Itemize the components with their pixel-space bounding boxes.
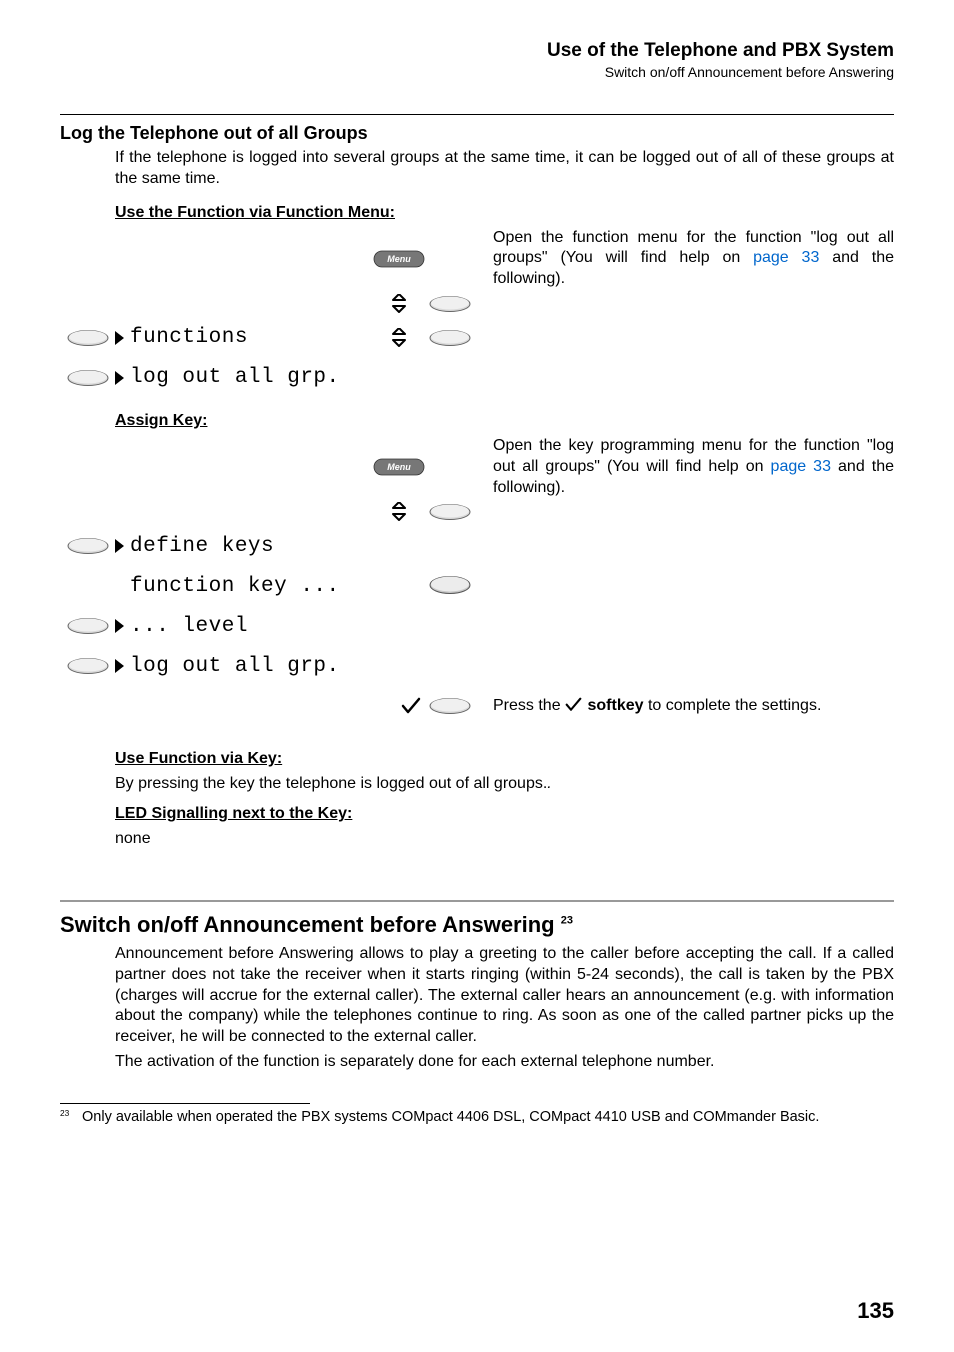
paragraph: Announcement before Answering allows to … (115, 944, 894, 1048)
step-row: functions (60, 318, 894, 358)
page-number: 135 (857, 1298, 894, 1324)
page-link[interactable]: page 33 (753, 249, 819, 266)
softkey-icon (428, 295, 472, 313)
subheading-function-menu: Use the Function via Function Menu: (115, 204, 894, 222)
step-text: Open the key programming menu for the fu… (483, 436, 894, 498)
step-text: Press the softkey to complete the settin… (483, 696, 894, 717)
step-row: define keys (60, 526, 894, 566)
footnote: 23 Only available when operated the PBX … (60, 1108, 894, 1127)
updown-arrows-icon (385, 502, 413, 522)
lcd-text: functions (130, 326, 248, 349)
step-row: log out all grp. (60, 646, 894, 686)
section-heading: Switch on/off Announcement before Answer… (60, 912, 894, 938)
softkey-icon (428, 503, 472, 521)
softkey-icon (66, 329, 110, 347)
checkmark-icon (565, 697, 583, 711)
updown-arrows-icon (385, 328, 413, 348)
footnote-text: Only available when operated the PBX sys… (82, 1108, 894, 1127)
lcd-text: log out all grp. (130, 366, 340, 389)
softkey-icon (428, 329, 472, 347)
step-row (60, 498, 894, 526)
softkey-icon (66, 617, 110, 635)
triangle-right-icon (115, 659, 124, 673)
step-row: Press the softkey to complete the settin… (60, 686, 894, 726)
page-link[interactable]: page 33 (771, 458, 831, 475)
step-row: ... level (60, 606, 894, 646)
step-row: Open the function menu for the function … (60, 228, 894, 290)
footnote-ref: 23 (561, 915, 573, 927)
softkey-icon (66, 657, 110, 675)
triangle-right-icon (115, 539, 124, 553)
header-title: Use of the Telephone and PBX System (60, 40, 894, 62)
softkey-icon (428, 697, 472, 715)
paragraph: By pressing the key the telephone is log… (115, 774, 894, 795)
step-row (60, 290, 894, 318)
footnote-divider (60, 1103, 310, 1104)
step-row: log out all grp. (60, 358, 894, 398)
text-fragment: By pressing the key the telephone is log… (115, 775, 547, 792)
softkey-icon (428, 576, 472, 596)
subheading-assign-key: Assign Key: (115, 412, 894, 430)
intro-paragraph: If the telephone is logged into several … (115, 148, 894, 190)
text-fragment: Press the (493, 697, 565, 714)
lcd-text: define keys (130, 535, 274, 558)
paragraph: The activation of the function is separa… (115, 1052, 894, 1073)
bold-text: softkey (587, 697, 643, 714)
lcd-text: ... level (130, 615, 248, 638)
paragraph: none (115, 829, 894, 850)
subheading-led: LED Signalling next to the Key: (115, 805, 894, 823)
menu-key-icon (373, 458, 425, 476)
softkey-icon (66, 369, 110, 387)
text-fragment: to complete the settings. (644, 697, 822, 714)
checkmark-icon (401, 697, 423, 715)
text-fragment: Switch on/off Announcement before Answer… (60, 912, 561, 937)
page-header: Use of the Telephone and PBX System Swit… (60, 40, 894, 80)
updown-arrows-icon (385, 294, 413, 314)
lcd-text: function key ... (130, 575, 340, 598)
step-row: function key ... (60, 566, 894, 606)
step-text: Open the function menu for the function … (483, 228, 894, 290)
divider (60, 114, 894, 115)
step-row: Open the key programming menu for the fu… (60, 436, 894, 498)
header-subtitle: Switch on/off Announcement before Answer… (60, 64, 894, 80)
section-divider (60, 900, 894, 902)
subheading-use-via-key: Use Function via Key: (115, 750, 894, 768)
triangle-right-icon (115, 619, 124, 633)
triangle-right-icon (115, 331, 124, 345)
lcd-text: log out all grp. (130, 655, 340, 678)
softkey-icon (66, 537, 110, 555)
menu-key-icon (373, 250, 425, 268)
section-heading: Log the Telephone out of all Groups (60, 123, 894, 144)
triangle-right-icon (115, 371, 124, 385)
footnote-mark: 23 (60, 1108, 69, 1118)
